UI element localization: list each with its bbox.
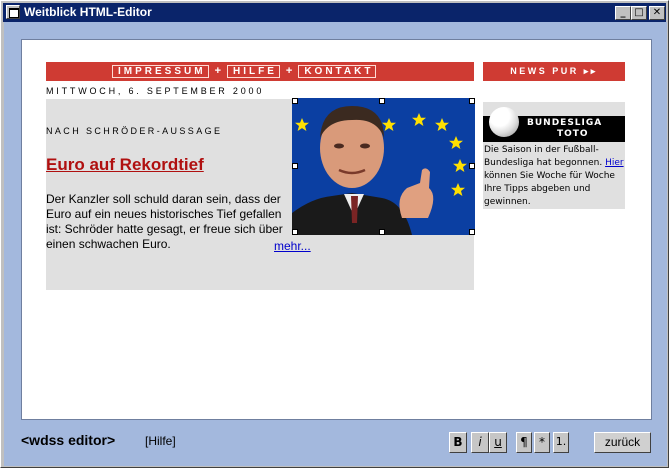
underline-button[interactable]: u	[489, 432, 507, 453]
maximize-button[interactable]: □	[631, 6, 647, 20]
page-canvas: IMPRESSUM + HILFE + KONTAKT NEWS PUR ▸▸ MITT…	[21, 39, 652, 420]
resize-handle[interactable]	[292, 163, 298, 169]
sidebar-text-intro: Die Saison in der Fußball-Bundesliga hat…	[484, 145, 603, 168]
sidebar-text-rest: können Sie Woche für Woche Ihre Tipps ab…	[484, 171, 615, 207]
minimize-button[interactable]: _	[615, 6, 631, 20]
more-link[interactable]: mehr...	[274, 239, 311, 253]
title-bar[interactable]: Weitblick HTML-Editor _ □ ✕	[3, 3, 666, 22]
back-button[interactable]: zurück	[594, 432, 651, 453]
resize-handle[interactable]	[469, 229, 475, 235]
editor-toolbar: <wdss editor> [Hilfe] B i u ¶ * 1. zurüc…	[4, 420, 667, 465]
close-button[interactable]: ✕	[649, 6, 665, 20]
nav-hilfe[interactable]: HILFE	[227, 65, 280, 78]
nav-impressum[interactable]: IMPRESSUM	[112, 65, 209, 78]
date-line: MITTWOCH, 6. SEPTEMBER 2000	[46, 86, 265, 96]
resize-handle[interactable]	[292, 229, 298, 235]
help-link[interactable]: [Hilfe]	[145, 434, 176, 448]
sidebar-text: Die Saison in der Fußball-Bundesliga hat…	[484, 144, 625, 209]
paragraph-button[interactable]: ¶	[516, 432, 532, 453]
article-teaser: Der Kanzler soll schuld daran sein, dass…	[46, 192, 283, 251]
football-icon	[489, 107, 519, 137]
app-icon	[6, 5, 20, 19]
resize-handle[interactable]	[292, 98, 298, 104]
news-pur-bar[interactable]: NEWS PUR ▸▸	[483, 62, 625, 81]
logo-text-bundesliga: BUNDESLIGA	[527, 118, 603, 128]
editor-logo: <wdss editor>	[21, 432, 116, 448]
top-nav-bar: IMPRESSUM + HILFE + KONTAKT	[46, 62, 474, 81]
logo-text-toto: TOTO	[557, 129, 589, 139]
nav-separator: +	[214, 65, 221, 77]
resize-handle[interactable]	[469, 163, 475, 169]
editor-window: Weitblick HTML-Editor _ □ ✕ IMPRESSUM + HI…	[0, 0, 669, 468]
sidebar-link[interactable]: Hier	[605, 158, 624, 168]
resize-handle[interactable]	[379, 229, 385, 235]
italic-button[interactable]: i	[471, 432, 489, 453]
nav-kontakt[interactable]: KONTAKT	[298, 65, 377, 78]
editor-frame: IMPRESSUM + HILFE + KONTAKT NEWS PUR ▸▸ MITT…	[4, 22, 667, 466]
resize-handle[interactable]	[469, 98, 475, 104]
bold-button[interactable]: B	[449, 432, 467, 453]
window-title: Weitblick HTML-Editor	[24, 5, 152, 19]
resize-handle[interactable]	[379, 98, 385, 104]
bullet-list-button[interactable]: *	[534, 432, 550, 453]
article-headline[interactable]: Euro auf Rekordtief	[46, 155, 204, 175]
nav-separator: +	[285, 65, 293, 77]
article-kicker: NACH SCHRÖDER-AUSSAGE	[46, 126, 223, 136]
article-photo[interactable]	[292, 98, 475, 235]
photo-illustration	[292, 98, 475, 235]
bundesliga-toto-logo[interactable]: BUNDESLIGA TOTO	[483, 102, 625, 142]
numbered-list-button[interactable]: 1.	[553, 432, 569, 453]
